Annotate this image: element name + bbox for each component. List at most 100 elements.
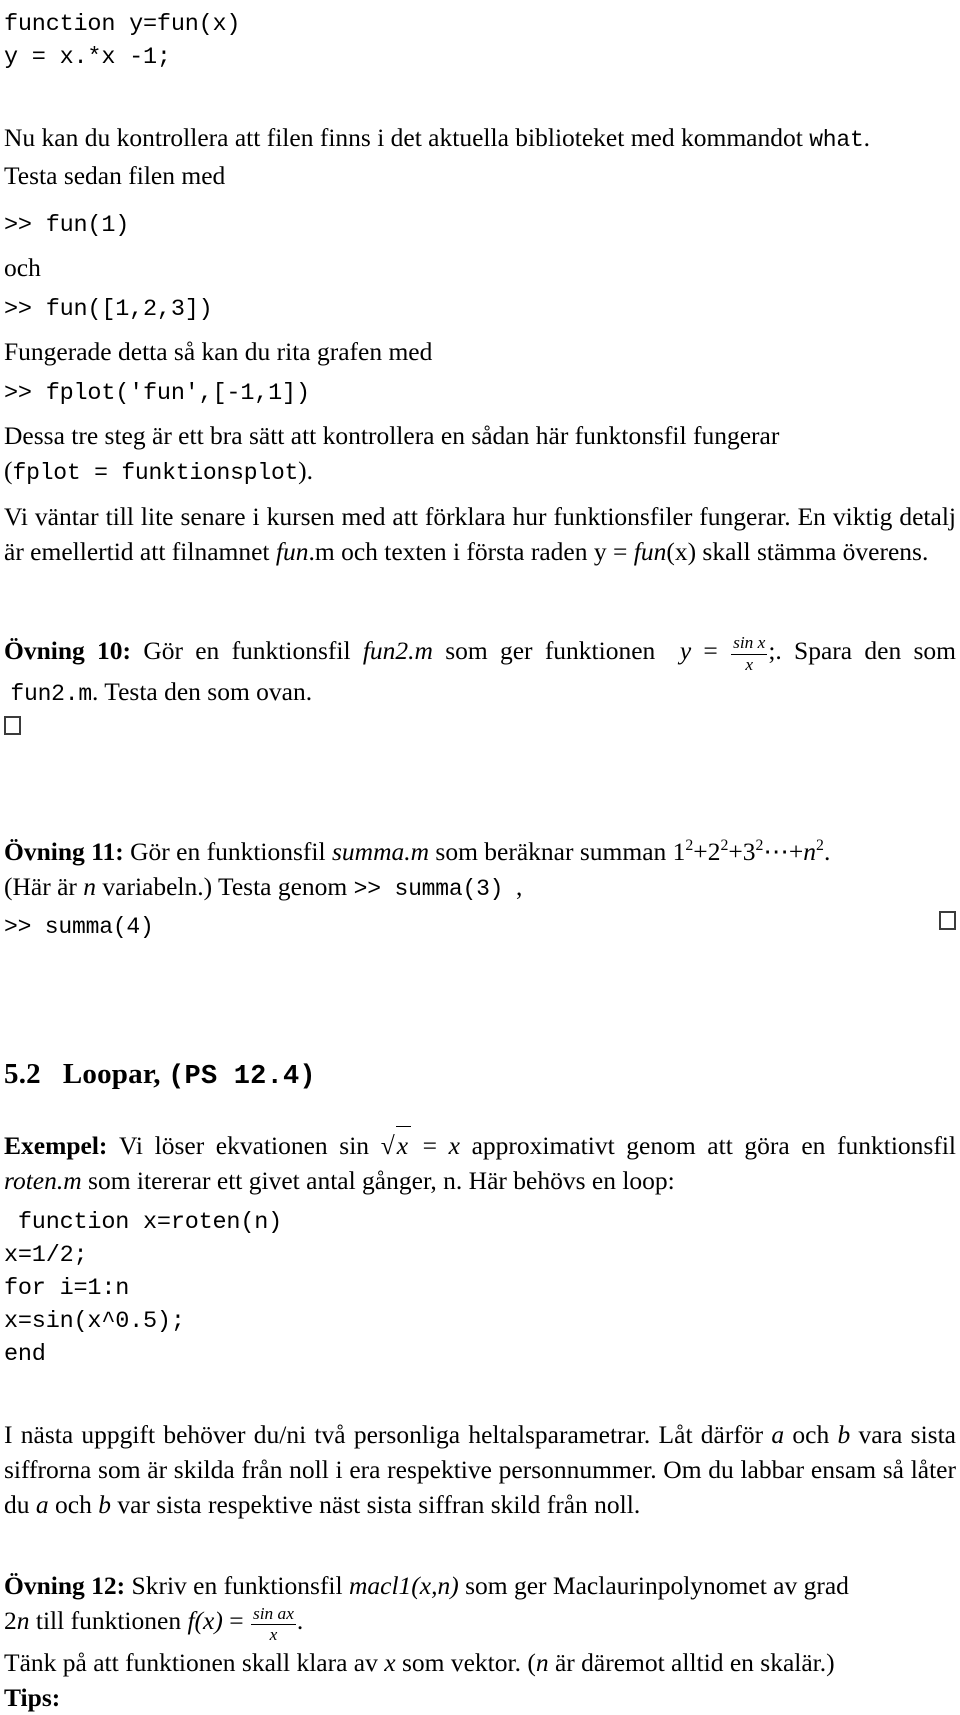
italic-var-b-2: b	[98, 1490, 111, 1520]
formula-suffix: ;.	[768, 636, 782, 665]
sum-term-1: 1	[672, 837, 686, 867]
paragraph-text: .m och texten i första raden y =	[308, 537, 634, 566]
exercise-ovning-11: Övning 11: Gör en funktionsfil summa.m s…	[4, 834, 956, 945]
code-line: for i=1:n	[4, 1275, 130, 1303]
paren-close: ).	[298, 456, 314, 485]
fraction-sinx-over-x: sin xx	[731, 633, 768, 674]
formula-fx: f(x)	[187, 1606, 223, 1636]
exercise-ovning-12: Övning 12: Skriv en funktionsfil macl1(x…	[4, 1568, 956, 1714]
sum-period: .	[823, 837, 831, 867]
equals-sign: =	[422, 1131, 438, 1161]
sum-last-exp: 2	[816, 837, 824, 855]
paragraph-text: variabeln.) Testa genom	[96, 872, 354, 902]
paragraph-text: Spara den som	[781, 636, 956, 665]
rhs-x: x	[448, 1131, 460, 1161]
italic-var-a-2: a	[35, 1490, 49, 1520]
code-line-y-assign: y = x.*x -1;	[4, 44, 171, 71]
paragraph-text: som beräknar summan	[429, 837, 673, 867]
tips-label: Tips:	[4, 1682, 61, 1712]
paragraph-text	[131, 636, 143, 665]
paren-open: (	[4, 456, 13, 485]
sum-expression: 12+22+32⋯+n2.	[672, 837, 831, 867]
italic-filename-fun2: fun2.m	[362, 636, 433, 665]
italic-var-n: n	[83, 872, 97, 902]
italic-var-x: x	[384, 1647, 396, 1677]
italic-var-a: a	[771, 1420, 785, 1450]
paragraph-text: som ger funktionen	[432, 636, 656, 665]
section-title: Loopar,	[62, 1058, 161, 1091]
italic-var-n-2: n	[535, 1647, 549, 1677]
italic-filename-roten: roten.m	[4, 1166, 82, 1196]
code-line: x=sin(x^0.5);	[4, 1308, 185, 1336]
sum-term-2: 2	[707, 837, 721, 867]
section-heading-loopar: 5.2 Loopar, (PS 12.4)	[4, 1055, 956, 1096]
exercise-ovning-10: Övning 10: Gör en funktionsfil fun2.m so…	[4, 633, 956, 712]
formula-lhs-y: y	[679, 636, 692, 665]
exercise-end-marker-row-10	[4, 712, 956, 740]
paragraph-text: (Här är	[4, 872, 84, 902]
fraction-denominator: x	[269, 1625, 278, 1645]
inline-code-fplot-eq: fplot = funktionsplot	[12, 460, 299, 486]
exempel-label: Exempel:	[4, 1131, 108, 1161]
code-block-roten: function x=roten(n) x=1/2; for i=1:n x=s…	[4, 1206, 956, 1371]
paragraph-text: Skriv en funktionsfil	[131, 1571, 349, 1601]
code-line-function-fun: function y=fun(x)	[4, 11, 241, 38]
inline-call-summa-4: >> summa(4)	[4, 914, 154, 941]
paragraph-text: Vi löser ekvationen sin	[119, 1131, 381, 1161]
sqrt-sign-icon: √	[380, 1131, 395, 1161]
paragraph-text: Testa sedan filen med	[4, 161, 226, 190]
paragraph-text: som ger Maclaurinpolynomet av grad	[458, 1571, 849, 1601]
degree-2n: 2n	[4, 1606, 30, 1636]
exercise-label: Övning 10:	[4, 636, 132, 665]
paragraph-text: Dessa tre steg är ett bra sätt att kontr…	[4, 421, 780, 450]
paragraph-text: . Testa den som ovan.	[92, 677, 313, 707]
paragraph-text: Nu kan du kontrollera att filen finns i …	[4, 123, 810, 152]
comma: ,	[516, 872, 523, 902]
sum-last-base: n	[803, 837, 817, 867]
paragraph-text: approximativt genom att göra en funktion…	[459, 1131, 957, 1161]
paragraph-text: och	[48, 1490, 99, 1520]
inline-command-what: what	[809, 127, 864, 153]
paragraph-text: Gör en funktionsfil	[143, 636, 363, 665]
paragraph-vi-vantar: Vi väntar till lite senare i kursen med …	[4, 499, 956, 569]
paragraph-text: Tänk på att funktionen skall klara av	[4, 1647, 385, 1677]
sum-dots: ⋯	[763, 837, 789, 867]
fraction-sinax-over-x: sin ax x	[250, 1604, 296, 1645]
code-prompt-fun-1: >> fun(1)	[4, 212, 130, 239]
code-line: x=1/2;	[4, 1242, 88, 1270]
italic-fun-2: fun	[633, 537, 667, 566]
paragraph-kommandot-what: Nu kan du kontrollera att filen finns i …	[4, 120, 956, 193]
inline-filename-fun2-m: fun2.m	[10, 681, 92, 708]
fraction-numerator: sin x	[731, 633, 768, 655]
paragraph-text: till funktionen	[29, 1606, 188, 1636]
code-prompt-fun-vector: >> fun([1,2,3])	[4, 296, 213, 323]
paragraph-text: är däremot alltid en skalär.)	[548, 1647, 835, 1677]
paragraph-exempel: Exempel: Vi löser ekvationen sin √x = x …	[4, 1126, 956, 1198]
formula-suffix: .	[296, 1606, 304, 1636]
paragraph-rita-grafen: Fungerade detta så kan du rita grafen me…	[4, 337, 433, 366]
inline-call-summa-3: >> summa(3)	[353, 876, 504, 903]
exercise-label: Övning 12:	[4, 1571, 126, 1601]
paragraph-text: var sista respektive näst sista siffran …	[110, 1490, 641, 1520]
sum-exp-2: 2	[720, 837, 729, 855]
document-body-column: function y=fun(x) y = x.*x -1; Nu kan du…	[4, 0, 956, 1715]
document-page: function y=fun(x) y = x.*x -1; Nu kan du…	[0, 0, 960, 1712]
italic-filename-summa: summa.m	[331, 837, 430, 867]
paragraph-och: och	[4, 253, 41, 282]
section-reference: (PS 12.4)	[168, 1062, 316, 1093]
formula-equals: =	[229, 1606, 244, 1636]
sum-term-3: 3	[742, 837, 756, 867]
